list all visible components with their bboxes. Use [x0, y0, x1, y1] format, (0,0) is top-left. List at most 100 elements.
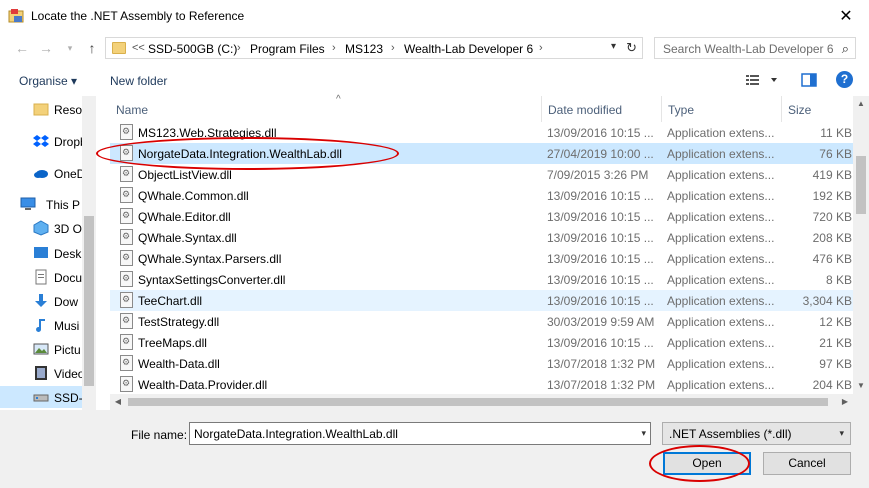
scroll-up-icon[interactable]: ▲ — [853, 96, 869, 112]
file-row[interactable]: QWhale.Common.dll 13/09/2016 10:15 ... App… — [110, 185, 853, 206]
file-type: Application extens... — [667, 252, 775, 266]
breadcrumb-separator-icon[interactable]: › — [332, 42, 336, 54]
file-row[interactable]: MS123.Web.Strategies.dll 13/09/2016 10:15… — [110, 122, 853, 143]
address-dropdown-icon[interactable]: ▾ — [611, 41, 616, 52]
nav-item-documents[interactable]: Docu — [0, 266, 82, 288]
search-input[interactable]: Search Wealth-Lab Developer 6 — [663, 42, 834, 56]
breadcrumb-separator-icon[interactable]: › — [237, 42, 241, 54]
preview-pane-icon[interactable] — [801, 72, 817, 88]
column-header-size[interactable]: Size — [782, 96, 853, 122]
nav-scrollbar[interactable] — [82, 96, 96, 410]
nav-item-label: Video — [54, 367, 85, 381]
nav-item-resources[interactable]: Reso — [0, 98, 82, 120]
file-row[interactable]: ObjectListView.dll 7/09/2015 3:26 PM Appli… — [110, 164, 853, 185]
file-type: Application extens... — [667, 315, 775, 329]
up-arrow-icon[interactable]: ↑ — [84, 40, 100, 56]
nav-item-3d-objects[interactable]: 3D O — [0, 217, 82, 239]
file-size: 21 KB — [819, 336, 852, 350]
breadcrumb-ms123[interactable]: MS123 — [345, 42, 383, 56]
file-row[interactable]: QWhale.Editor.dll 13/09/2016 10:15 ... App… — [110, 206, 853, 227]
file-type-filter[interactable]: .NET Assemblies (*.dll) ▾ — [662, 422, 851, 445]
file-row[interactable]: QWhale.Syntax.Parsers.dll 13/09/2016 10:1… — [110, 248, 853, 269]
file-row[interactable]: SyntaxSettingsConverter.dll 13/09/2016 10… — [110, 269, 853, 290]
file-name: QWhale.Syntax.Parsers.dll — [138, 252, 282, 266]
open-button[interactable]: Open — [663, 452, 751, 475]
file-date-modified: 13/09/2016 10:15 ... — [547, 210, 654, 224]
file-name: TestStrategy.dll — [138, 315, 220, 329]
column-header-date[interactable]: Date modified — [542, 96, 662, 122]
file-date-modified: 13/07/2018 1:32 PM — [547, 378, 656, 392]
dll-file-icon — [120, 376, 133, 392]
help-icon[interactable]: ? — [836, 71, 853, 88]
nav-item-label: This P — [46, 198, 81, 212]
file-size: 76 KB — [819, 147, 852, 161]
file-row[interactable]: QWhale.Syntax.dll 13/09/2016 10:15 ... App… — [110, 227, 853, 248]
nav-item-downloads[interactable]: Dow — [0, 290, 82, 312]
nav-scrollbar-thumb[interactable] — [84, 216, 94, 386]
recent-dropdown-icon[interactable]: ▾ — [62, 40, 78, 56]
file-type: Application extens... — [667, 126, 775, 140]
nav-item-ssd-drive[interactable]: SSD- — [0, 386, 83, 408]
file-list-vertical-scrollbar[interactable]: ▲ ▼ — [853, 96, 869, 394]
file-name: QWhale.Editor.dll — [138, 210, 231, 224]
breadcrumb-separator-icon[interactable]: › — [539, 42, 543, 54]
navigation-pane: Reso Dropb OneDr This P 3D O Desk Docu D… — [0, 96, 96, 410]
refresh-icon[interactable]: ↻ — [626, 40, 637, 56]
file-row[interactable]: Wealth-Data.Provider.dll 13/07/2018 1:32 … — [110, 374, 853, 394]
change-view-icon[interactable] — [745, 72, 779, 88]
dll-file-icon — [120, 292, 133, 308]
file-row[interactable]: TestStrategy.dll 30/03/2019 9:59 AM Applic… — [110, 311, 853, 332]
organise-button[interactable]: Organise ▾ — [19, 74, 77, 88]
file-name: QWhale.Syntax.dll — [138, 231, 237, 245]
vertical-scrollbar-thumb[interactable] — [856, 156, 866, 214]
search-icon[interactable]: ⌕ — [842, 41, 849, 57]
breadcrumb-separator-icon[interactable]: › — [391, 42, 395, 54]
nav-item-pictures[interactable]: Pictu — [0, 338, 82, 360]
file-name: QWhale.Common.dll — [138, 189, 249, 203]
close-button[interactable]: ✕ — [823, 0, 869, 31]
file-list-horizontal-scrollbar[interactable]: ◀ ▶ — [110, 394, 853, 410]
dll-file-icon — [120, 334, 133, 350]
nav-item-label: Pictu — [54, 343, 81, 357]
nav-item-desktop[interactable]: Desk — [0, 242, 82, 264]
file-date-modified: 13/09/2016 10:15 ... — [547, 294, 654, 308]
column-header-name[interactable]: Name ^ — [110, 94, 542, 122]
column-header-type[interactable]: Type — [662, 96, 782, 122]
breadcrumb-drive[interactable]: SSD-500GB (C:) — [148, 42, 237, 56]
file-row[interactable]: TreeMaps.dll 13/09/2016 10:15 ... Applicat… — [110, 332, 853, 353]
breadcrumb-program-files[interactable]: Program Files — [250, 42, 325, 56]
nav-item-this-pc[interactable]: This P — [0, 193, 82, 215]
file-name-value[interactable]: NorgateData.Integration.WealthLab.dll — [194, 427, 398, 441]
breadcrumb-wealth-lab[interactable]: Wealth-Lab Developer 6 — [404, 42, 533, 56]
forward-arrow-icon[interactable]: → — [38, 40, 54, 56]
scroll-left-icon[interactable]: ◀ — [110, 394, 126, 410]
file-name: Wealth-Data.dll — [138, 357, 220, 371]
back-arrow-icon[interactable]: ← — [14, 40, 30, 56]
file-row[interactable]: NorgateData.Integration.WealthLab.dll 27/… — [110, 143, 853, 164]
scroll-down-icon[interactable]: ▼ — [853, 378, 869, 394]
cancel-button[interactable]: Cancel — [763, 452, 851, 475]
nav-item-videos[interactable]: Video — [0, 362, 85, 384]
file-name: TeeChart.dll — [138, 294, 203, 308]
chevron-down-icon[interactable]: ▾ — [839, 428, 844, 439]
horizontal-scrollbar-thumb[interactable] — [128, 398, 828, 406]
search-box[interactable]: Search Wealth-Lab Developer 6 ⌕ — [654, 37, 856, 59]
file-date-modified: 13/07/2018 1:32 PM — [547, 357, 656, 371]
nav-item-music[interactable]: Musi — [0, 314, 82, 336]
file-name: ObjectListView.dll — [138, 168, 232, 182]
nav-item-dropbox[interactable]: Dropb — [0, 130, 87, 152]
chevron-down-icon[interactable]: ▾ — [641, 428, 646, 439]
file-row[interactable]: TeeChart.dll 13/09/2016 10:15 ... Applicat… — [110, 290, 853, 311]
new-folder-button[interactable]: New folder — [110, 74, 167, 88]
file-row[interactable]: Wealth-Data.dll 13/07/2018 1:32 PM Applica… — [110, 353, 853, 374]
address-bar[interactable]: << SSD-500GB (C:) › Program Files › MS12… — [105, 37, 643, 59]
file-date-modified: 27/04/2019 10:00 ... — [547, 147, 654, 161]
window-app-icon — [8, 9, 24, 23]
scroll-right-icon[interactable]: ▶ — [837, 394, 853, 410]
nav-item-label: Docu — [54, 271, 83, 285]
file-type-filter-value[interactable]: .NET Assemblies (*.dll) — [669, 427, 791, 441]
dll-file-icon — [120, 355, 133, 371]
file-name-input[interactable]: NorgateData.Integration.WealthLab.dll ▾ — [189, 422, 651, 445]
breadcrumb-overflow[interactable]: << — [132, 42, 145, 54]
nav-item-onedrive[interactable]: OneDr — [0, 162, 89, 184]
